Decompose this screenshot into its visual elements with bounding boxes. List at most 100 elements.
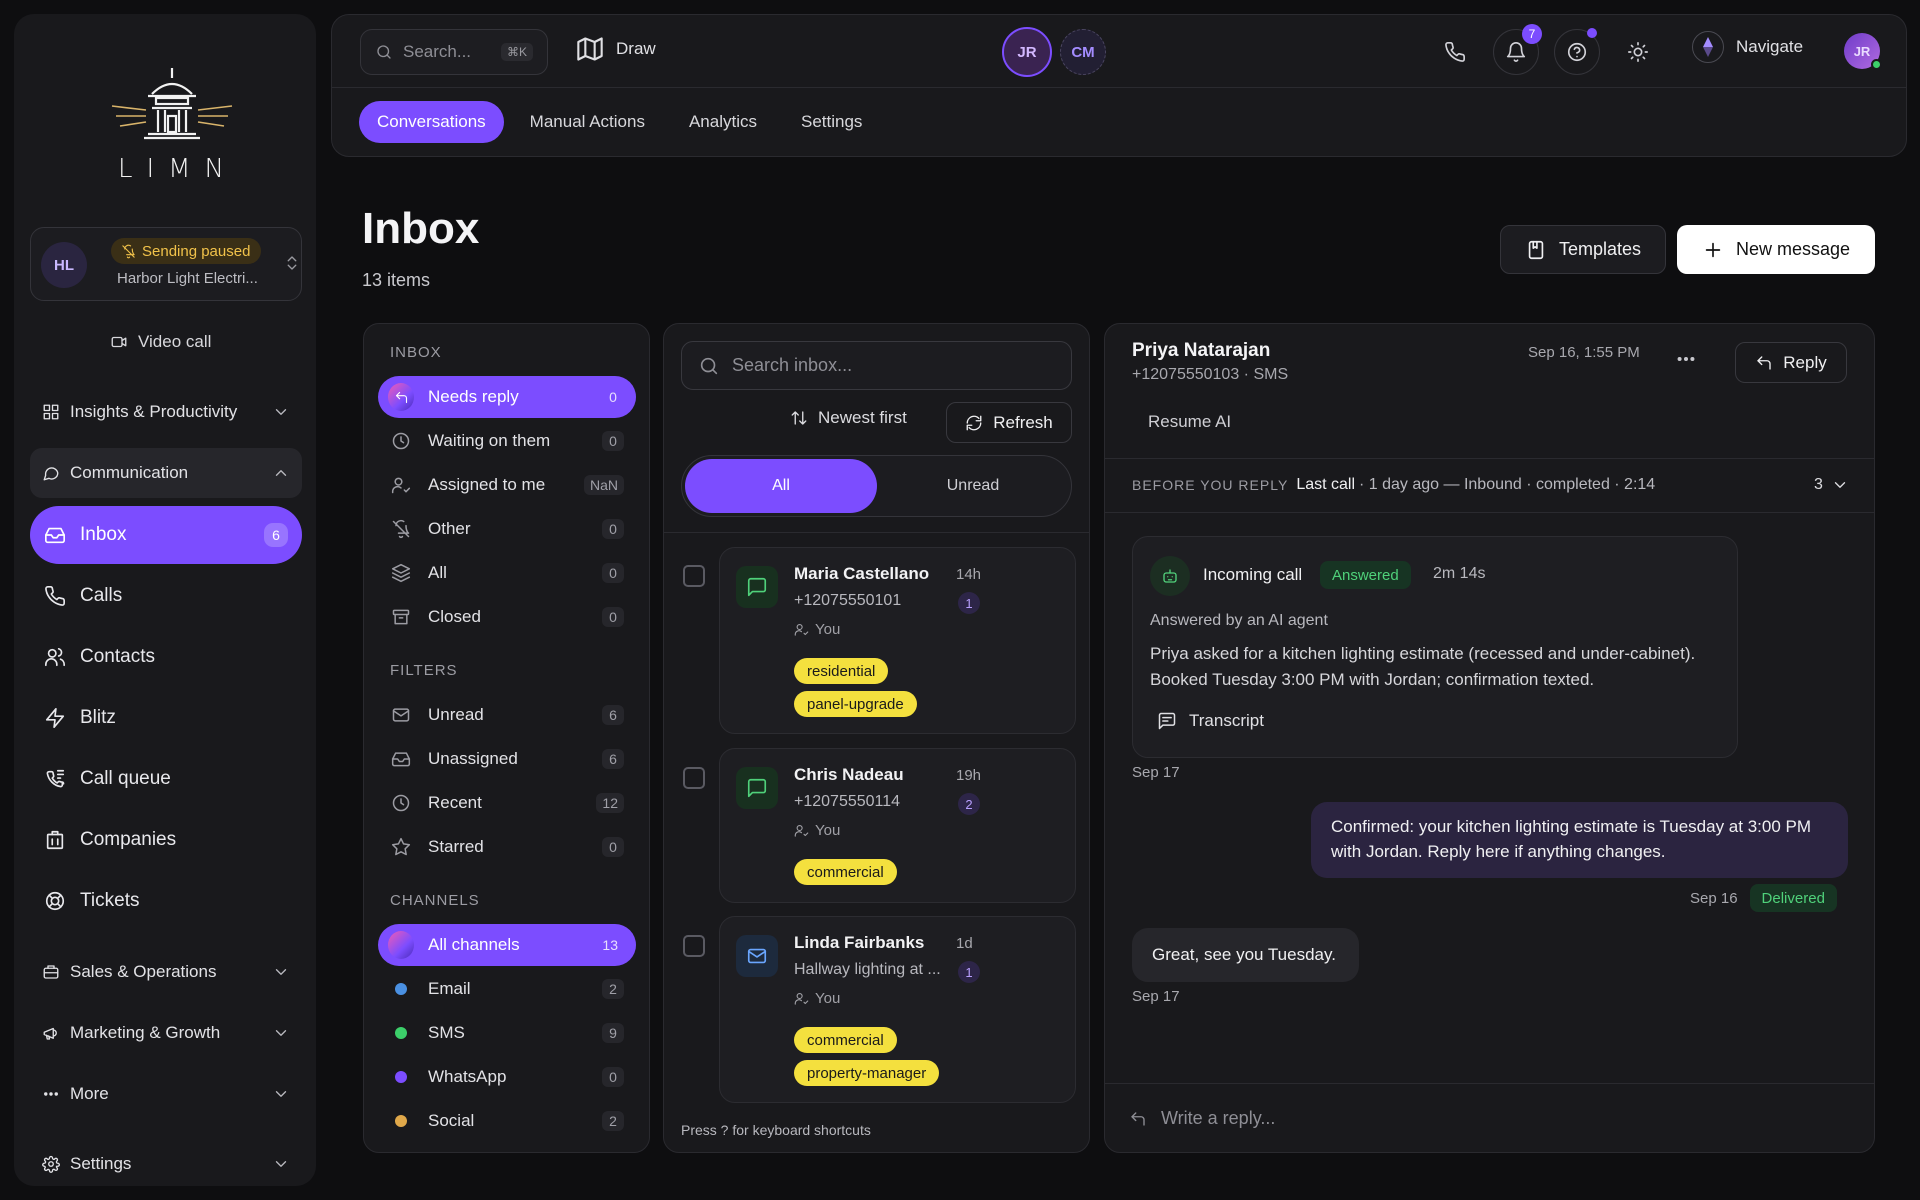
sidebar-item-companies[interactable]: Companies: [30, 811, 302, 869]
select-checkbox[interactable]: [683, 565, 705, 587]
brand-logo[interactable]: LIMN: [102, 66, 242, 186]
help-button[interactable]: [1554, 28, 1600, 75]
tag-chip[interactable]: panel-upgrade: [794, 691, 917, 717]
resume-ai-button[interactable]: Resume AI: [1148, 412, 1231, 432]
navigate-button[interactable]: Navigate: [1692, 31, 1803, 63]
folder-other[interactable]: Other 0: [378, 508, 636, 550]
presence-avatar-jr[interactable]: JR: [1002, 27, 1052, 77]
mail-icon: [388, 705, 414, 725]
archive-icon: [388, 607, 414, 627]
filter-unassigned[interactable]: Unassigned 6: [378, 738, 636, 780]
sidebar-item-blitz[interactable]: Blitz: [30, 689, 302, 747]
workspace-switcher[interactable]: HL Sending paused Harbor Light Electri..…: [30, 227, 302, 301]
transcript-button[interactable]: Transcript: [1157, 711, 1264, 731]
select-checkbox[interactable]: [683, 935, 705, 957]
filter-label: Starred: [428, 837, 484, 856]
nav-section-more[interactable]: More: [30, 1069, 302, 1119]
chevron-down-icon: [272, 403, 290, 421]
owner-label: You: [815, 621, 841, 638]
nav-section-communication[interactable]: Communication: [30, 448, 302, 498]
conversation-card[interactable]: Linda Fairbanks Hallway lighting at ... …: [719, 916, 1076, 1103]
lifebuoy-icon: [44, 890, 66, 912]
unread-count-badge: 2: [958, 793, 980, 815]
segment-unread[interactable]: Unread: [877, 459, 1069, 513]
conversation-card[interactable]: Maria Castellano +12075550101 14h 1 You …: [719, 547, 1076, 734]
reply-button[interactable]: Reply: [1735, 342, 1847, 383]
more-horizontal-icon[interactable]: [1675, 348, 1697, 370]
segment-all[interactable]: All: [685, 459, 877, 513]
folder-assigned-to-me[interactable]: Assigned to me NaN: [378, 464, 636, 506]
contact-name[interactable]: Priya Natarajan: [1132, 340, 1270, 362]
tag-chip[interactable]: property-manager: [794, 1060, 940, 1086]
sidebar-item-inbox[interactable]: Inbox 6: [30, 506, 302, 564]
nav-section-sales[interactable]: Sales & Operations: [30, 947, 302, 997]
channel-all[interactable]: All channels 13: [378, 924, 636, 966]
reply-composer[interactable]: Write a reply...: [1129, 1108, 1275, 1129]
filter-recent[interactable]: Recent 12: [378, 782, 636, 824]
folder-all[interactable]: All 0: [378, 552, 636, 594]
folder-label: Waiting on them: [428, 431, 551, 450]
tag-chip[interactable]: residential: [794, 658, 889, 684]
draw-button[interactable]: Draw: [576, 35, 656, 63]
channel-whatsapp[interactable]: WhatsApp 0: [378, 1056, 636, 1098]
channel-social[interactable]: Social 2: [378, 1100, 636, 1142]
video-icon: [110, 333, 128, 351]
list-divider: [664, 532, 1089, 533]
tab-analytics[interactable]: Analytics: [671, 101, 775, 143]
phone-button[interactable]: [1432, 29, 1478, 75]
conversation-date: Sep 16, 1:55 PM: [1528, 344, 1640, 361]
templates-label: Templates: [1558, 239, 1642, 259]
sidebar-item-contacts[interactable]: Contacts: [30, 628, 302, 686]
email-dot-icon: [395, 983, 407, 995]
folder-closed[interactable]: Closed 0: [378, 596, 636, 638]
nav-section-settings[interactable]: Settings: [30, 1139, 302, 1189]
sidebar-item-calls[interactable]: Calls: [30, 567, 302, 625]
incoming-date: Sep 17: [1132, 988, 1180, 1005]
reply-icon: [1755, 354, 1773, 372]
video-call-button[interactable]: Video call: [110, 332, 211, 352]
user-avatar[interactable]: JR: [1844, 33, 1882, 70]
compass-icon: [1692, 31, 1724, 63]
nav-section-insights[interactable]: Insights & Productivity: [30, 387, 302, 437]
sidebar-item-call-queue[interactable]: Call queue: [30, 750, 302, 808]
channel-sms[interactable]: SMS 9: [378, 1012, 636, 1054]
topbar-divider: [332, 87, 1906, 88]
theme-toggle[interactable]: [1615, 29, 1661, 75]
templates-button[interactable]: Templates: [1500, 225, 1666, 274]
notifications-button[interactable]: 7: [1493, 24, 1542, 75]
nav-section-marketing[interactable]: Marketing & Growth: [30, 1008, 302, 1058]
bell-off-icon: [121, 244, 136, 259]
tag-chip[interactable]: commercial: [794, 859, 897, 885]
bell-icon: [1505, 41, 1527, 63]
channel-count: 2: [602, 979, 624, 999]
new-message-button[interactable]: New message: [1677, 225, 1875, 274]
context-expander[interactable]: 3: [1814, 476, 1849, 494]
chat-bubble-icon: [736, 767, 778, 809]
filter-unread[interactable]: Unread 6: [378, 694, 636, 736]
global-search[interactable]: Search... ⌘K: [360, 29, 548, 75]
conversation-card[interactable]: Chris Nadeau +12075550114 19h 2 You comm…: [719, 748, 1076, 903]
sort-button[interactable]: Newest first: [790, 408, 907, 428]
filter-starred[interactable]: Starred 0: [378, 826, 636, 868]
before-you-reply-bar[interactable]: BEFORE YOU REPLY Last call · 1 day ago —…: [1132, 476, 1655, 494]
channel-count: 0: [602, 1067, 624, 1087]
filters-section-title: FILTERS: [390, 662, 458, 679]
folder-needs-reply[interactable]: Needs reply 0: [378, 376, 636, 418]
bookmark-book-icon: [1525, 239, 1547, 261]
tab-conversations[interactable]: Conversations: [359, 101, 504, 143]
layers-icon: [388, 563, 414, 583]
select-checkbox[interactable]: [683, 767, 705, 789]
refresh-button[interactable]: Refresh: [946, 402, 1072, 443]
sidebar-item-tickets[interactable]: Tickets: [30, 872, 302, 930]
tab-manual-actions[interactable]: Manual Actions: [512, 101, 663, 143]
tab-settings[interactable]: Settings: [783, 101, 880, 143]
inbox-icon: [388, 749, 414, 769]
channel-email[interactable]: Email 2: [378, 968, 636, 1010]
inbox-search-input[interactable]: Search inbox...: [681, 341, 1072, 390]
conversation-owner: You: [794, 990, 840, 1007]
tab-bar: Conversations Manual Actions Analytics S…: [359, 101, 880, 143]
folder-waiting-on-them[interactable]: Waiting on them 0: [378, 420, 636, 462]
clock-icon: [388, 793, 414, 813]
tag-chip[interactable]: commercial: [794, 1027, 897, 1053]
presence-avatar-cm[interactable]: CM: [1060, 29, 1106, 75]
